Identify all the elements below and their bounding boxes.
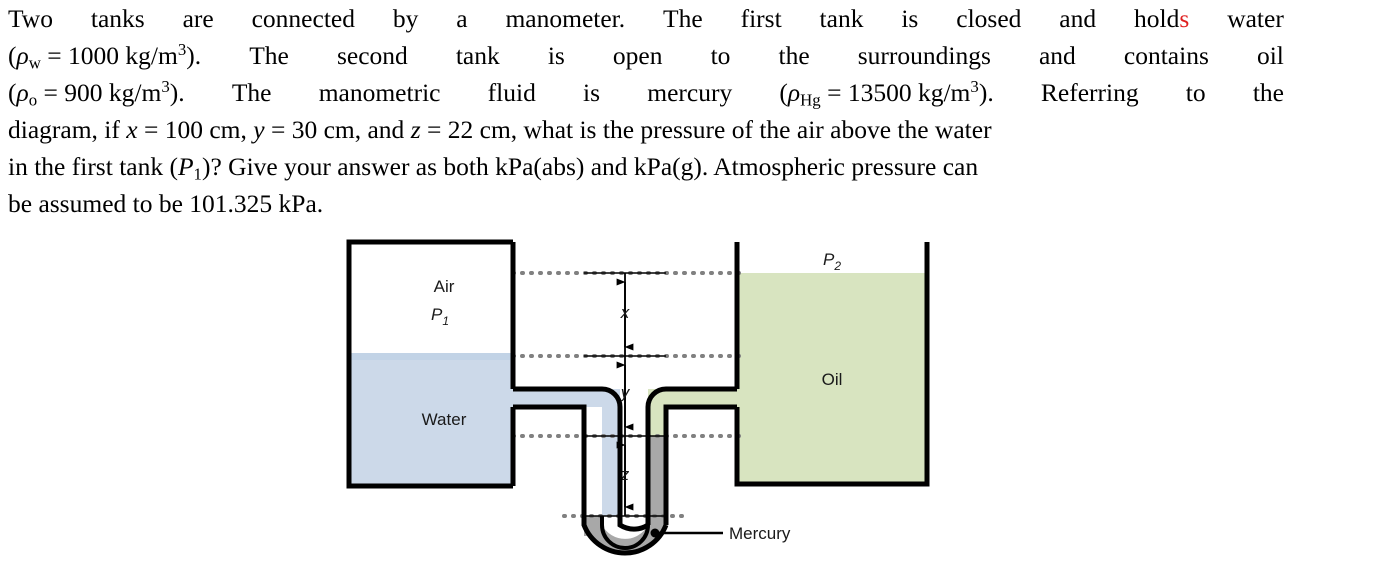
p2-label: P2 — [823, 250, 841, 273]
problem-line-2: (ρw = 1000 kg/m3). The second tank is op… — [8, 37, 1284, 74]
red-s: s — [1179, 4, 1190, 33]
word: The — [663, 4, 703, 33]
problem-line-5: in the first tank (P1)? Give your answer… — [8, 148, 1284, 185]
oil-pipe-right-fill — [660, 389, 750, 407]
rho-symbol: ρ — [16, 78, 29, 107]
word: fluid — [487, 78, 536, 107]
word: Two — [8, 4, 53, 33]
word: first — [740, 4, 782, 33]
text: diagram, if — [8, 115, 127, 144]
var-y: y — [253, 115, 265, 144]
rho-mercury-value: = 13500 kg/m — [827, 78, 971, 107]
word: mercury — [647, 78, 733, 107]
text: = 30 cm, and — [264, 115, 411, 144]
word: open — [612, 41, 663, 70]
dimension-x: x — [616, 273, 634, 356]
word: contains — [1123, 41, 1209, 70]
word: tanks — [90, 4, 145, 33]
word: the — [778, 41, 810, 70]
left-pipe-outline — [513, 386, 650, 532]
word: surroundings — [857, 41, 991, 70]
rho-mercury-term: (ρHg = 13500 kg/m3). — [779, 76, 994, 110]
text: = 22 cm, what is the pressure of the air… — [420, 115, 992, 144]
problem-line-3: (ρo = 900 kg/m3). The manometric fluid i… — [8, 74, 1284, 111]
page-root: Two tanks are connected by a manometer. … — [0, 0, 1376, 579]
water-surface-band — [349, 353, 513, 360]
word: are — [182, 4, 214, 33]
var-p1-subscript: 1 — [193, 164, 202, 184]
word-hold: hold — [1134, 4, 1180, 33]
air-label: Air — [434, 277, 455, 296]
p2-subscript: 2 — [833, 259, 841, 273]
rho-mercury-subscript: Hg — [800, 90, 821, 110]
word: and — [1059, 4, 1097, 33]
dimension-y-label: y — [620, 383, 631, 402]
rho-oil-value: = 900 kg/m — [43, 78, 162, 107]
water-leg-fill — [602, 389, 620, 516]
word: the — [1252, 78, 1284, 107]
var-z: z — [410, 115, 421, 144]
problem-line-6: be assumed to be 101.325 kPa. — [8, 189, 324, 218]
left-pipe-outer-outline — [513, 404, 669, 556]
exponent: 3 — [177, 39, 187, 59]
word: Referring — [1040, 78, 1139, 107]
word: tank — [819, 4, 864, 33]
word: to — [1185, 78, 1206, 107]
word: tank — [455, 41, 500, 70]
word: The — [249, 41, 289, 70]
rho-oil-term: (ρo = 900 kg/m3). — [8, 76, 185, 110]
var-x: x — [126, 115, 138, 144]
text: = 100 cm, — [137, 115, 254, 144]
manometer-diagram: x y z Air P1 Water P2 Oil Mercury — [330, 228, 970, 568]
text: in the first tank ( — [8, 152, 178, 181]
oil-label: Oil — [822, 370, 843, 389]
var-p1: P — [177, 152, 194, 181]
rho-water-value: = 1000 kg/m — [47, 41, 178, 70]
word: is — [583, 78, 601, 107]
water-label: Water — [422, 410, 467, 429]
word: is — [547, 41, 565, 70]
problem-line-1: Two tanks are connected by a manometer. … — [8, 0, 1284, 37]
problem-statement: Two tanks are connected by a manometer. … — [8, 0, 1284, 222]
exponent: 3 — [161, 76, 170, 96]
right-pipe-outer-outline — [663, 404, 737, 525]
word: manometer. — [505, 4, 626, 33]
word: water — [1227, 4, 1284, 33]
p1-label: P1 — [431, 305, 449, 328]
p1-symbol: P — [431, 305, 443, 324]
word: by — [392, 4, 419, 33]
p2-symbol: P — [823, 250, 835, 269]
word: is — [901, 4, 919, 33]
word: connected — [251, 4, 355, 33]
rho-water-subscript: w — [28, 53, 41, 73]
p1-subscript: 1 — [442, 314, 449, 328]
rho-oil-subscript: o — [28, 90, 38, 110]
word: manometric — [318, 78, 441, 107]
word: to — [710, 41, 731, 70]
word: and — [1038, 41, 1076, 70]
rho-symbol: ρ — [787, 78, 801, 107]
mercury-label: Mercury — [729, 524, 791, 543]
word: closed — [956, 4, 1022, 33]
rho-water-term: (ρw = 1000 kg/m3). — [8, 39, 202, 73]
word-holds: holds — [1134, 0, 1189, 37]
dimension-x-label: x — [620, 303, 630, 322]
word: oil — [1256, 41, 1284, 70]
word: a — [456, 4, 468, 33]
word: The — [231, 78, 272, 107]
text: )? Give your answer as both kPa(abs) and… — [201, 152, 979, 181]
exponent: 3 — [970, 76, 979, 96]
word: second — [336, 41, 408, 70]
rho-symbol: ρ — [16, 41, 29, 70]
problem-line-4: diagram, if x = 100 cm, y = 30 cm, and z… — [8, 111, 1284, 148]
